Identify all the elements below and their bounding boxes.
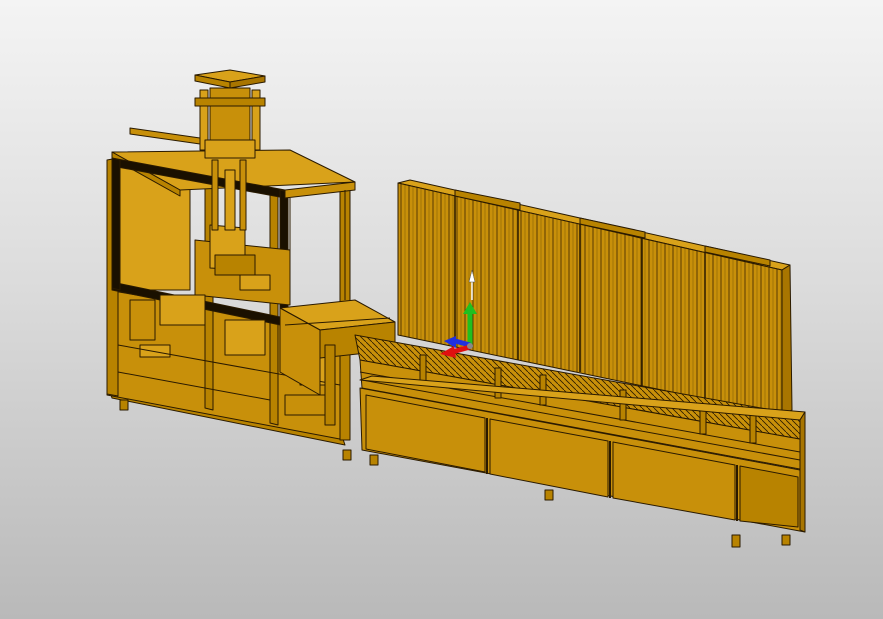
cad-viewport[interactable] [0, 0, 883, 619]
machine-3d-model[interactable] [0, 0, 883, 619]
